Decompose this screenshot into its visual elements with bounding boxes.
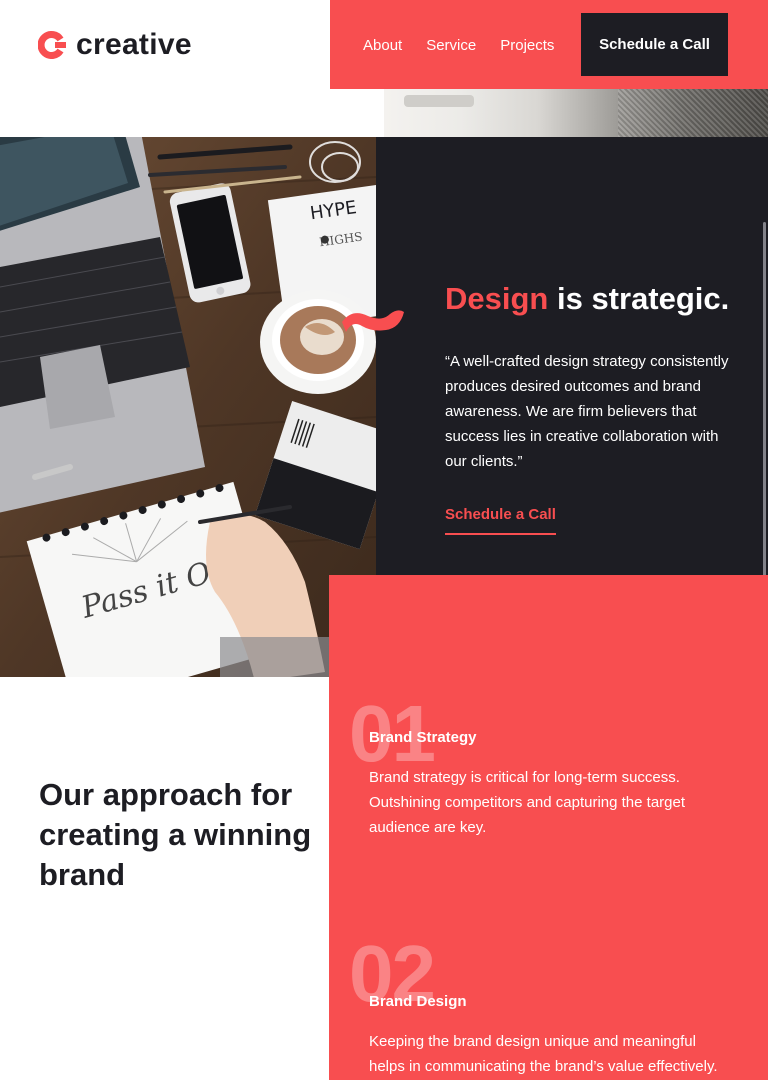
approach-title: Our approach for creating a winning bran… [39,777,312,892]
logo-text: creative [76,28,192,61]
page-scrollbar[interactable] [763,222,766,632]
hero-headline: Design is strategic. [445,280,729,318]
step-description: Keeping the brand design unique and mean… [369,1033,718,1075]
schedule-call-button[interactable]: Schedule a Call [581,13,728,76]
nav-item-about[interactable]: About [363,36,402,56]
hero-top-image [384,89,768,137]
nav-item-projects[interactable]: Projects [500,36,554,56]
hero-quote: “A well-crafted design strategy consiste… [445,353,729,470]
headline-accent: Design [445,281,549,316]
headline-rest: is strategic. [548,281,730,316]
nav-item-service[interactable]: Service [426,36,476,56]
image-detail [404,95,474,107]
image-texture [618,89,768,137]
step-title: Brand Design [369,993,467,1010]
logo-mark-icon [38,31,66,59]
schedule-call-link[interactable]: Schedule a Call [445,505,556,535]
swoosh-icon [342,310,404,332]
step-description: Brand strategy is critical for long-term… [369,769,686,836]
logo[interactable]: creative [38,28,192,62]
step-title: Brand Strategy [369,729,477,746]
desk-photo: HYPE HIGHS Pass it On [0,137,376,677]
main-nav: About Service Projects [363,36,554,56]
